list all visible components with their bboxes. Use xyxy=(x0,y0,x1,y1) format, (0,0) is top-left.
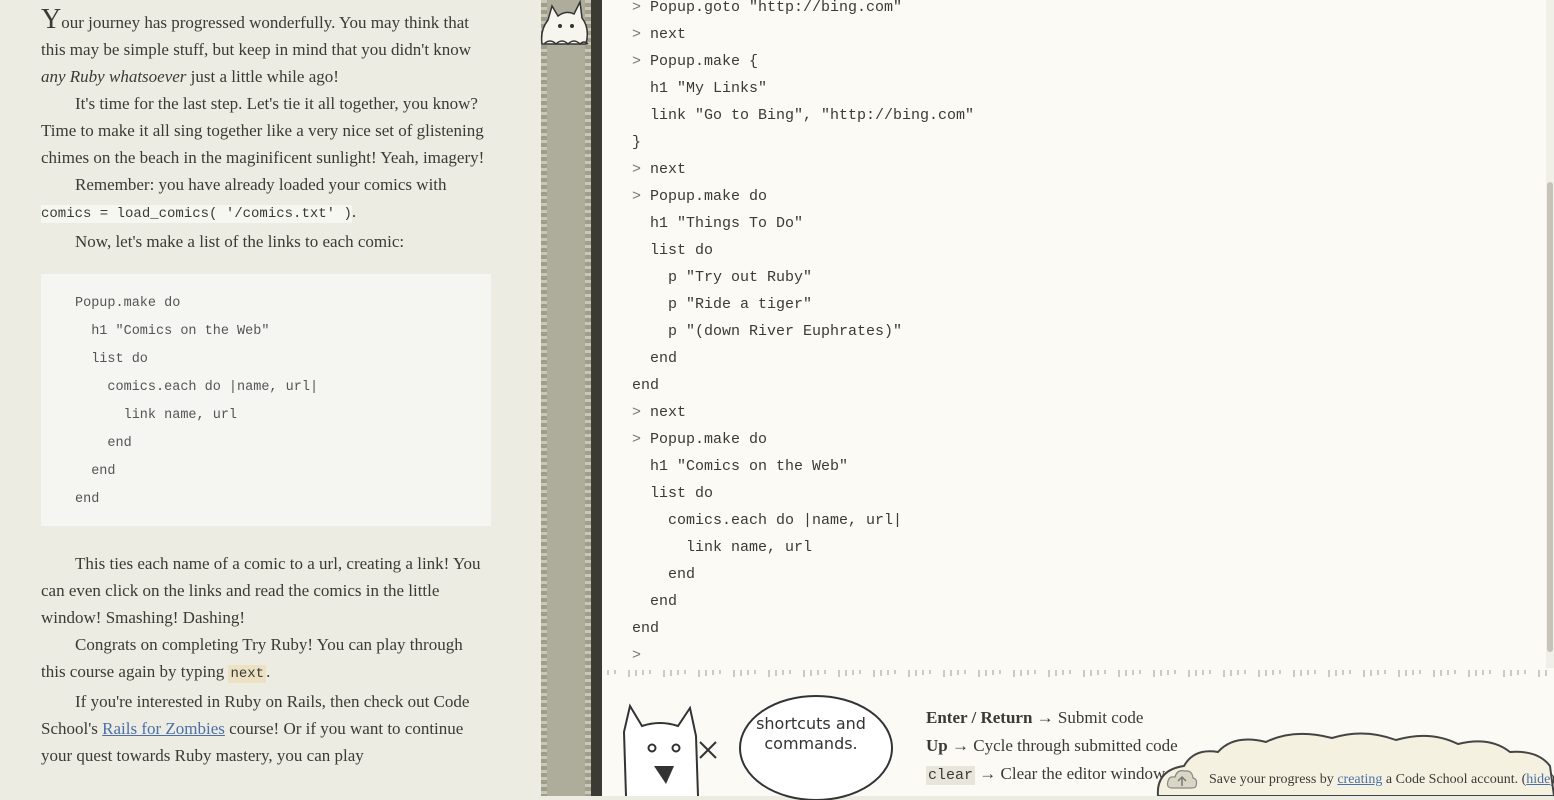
hide-banner-link[interactable]: hide xyxy=(1526,772,1550,787)
arrow-icon: → xyxy=(975,764,1001,783)
lesson-text: . xyxy=(266,662,271,681)
shortcut-row: clear → Clear the editor window xyxy=(926,760,1178,790)
console-line: p "Try out Ruby" xyxy=(632,269,813,286)
console-line: list do xyxy=(632,242,714,259)
console-prompt: > xyxy=(632,53,642,70)
create-account-link[interactable]: creating xyxy=(1337,772,1382,787)
console-line: end xyxy=(632,593,678,610)
dog-mascot-icon xyxy=(622,703,717,796)
console-line: > next xyxy=(632,404,687,421)
console-prompt: > xyxy=(632,647,642,664)
console-prompt: > xyxy=(632,404,642,421)
console-line: end xyxy=(632,566,696,583)
console-line: link name, url xyxy=(632,539,813,556)
torn-edge-decoration xyxy=(607,670,1547,677)
console-line: > Popup.goto "http://bing.com" xyxy=(632,0,903,16)
console-prompt: > xyxy=(632,431,642,448)
arrow-icon: → xyxy=(947,736,974,755)
ruby-console[interactable]: > Popup.goto "http://bing.com" > next > Po… xyxy=(602,0,1554,668)
shortcut-key: Enter / Return xyxy=(926,708,1033,727)
console-line: h1 "My Links" xyxy=(632,80,768,97)
cloud-upload-icon xyxy=(1166,770,1198,789)
lesson-text: . xyxy=(351,202,357,221)
shortcut-description: Cycle through submitted code xyxy=(973,736,1178,755)
console-prompt: > xyxy=(632,188,642,205)
console-prompt: > xyxy=(632,161,642,178)
lesson-paragraph-7: If you're interested in Ruby on Rails, t… xyxy=(41,688,491,769)
shortcut-description: Submit code xyxy=(1057,708,1144,727)
lesson-paragraph-3: Remember: you have already loaded your c… xyxy=(41,171,491,228)
panel-divider-scrollstrip[interactable] xyxy=(541,0,591,796)
console-line: end xyxy=(632,620,660,637)
console-scrollbar-thumb[interactable] xyxy=(1547,182,1553,652)
console-prompt: > xyxy=(632,0,642,16)
console-line: h1 "Things To Do" xyxy=(632,215,804,232)
console-output: > Popup.goto "http://bing.com" > next > Po… xyxy=(632,0,974,668)
shortcut-list: Enter / Return → Submit code Up → Cycle t… xyxy=(926,704,1178,790)
rails-for-zombies-link[interactable]: Rails for Zombies xyxy=(102,719,225,738)
console-line: > Popup.make do xyxy=(632,431,768,448)
console-line: end xyxy=(632,350,678,367)
console-line: > Popup.make { xyxy=(632,53,759,70)
arrow-icon: → xyxy=(1032,708,1058,727)
console-line: h1 "Comics on the Web" xyxy=(632,458,849,475)
shortcut-key: Up xyxy=(926,736,948,755)
console-line: end xyxy=(632,377,660,394)
shortcut-row: Up → Cycle through submitted code xyxy=(926,732,1178,760)
console-line: link "Go to Bing", "http://bing.com" xyxy=(632,107,975,124)
console-prompt: > xyxy=(632,26,642,43)
lesson-paragraph-5: This ties each name of a comic to a url,… xyxy=(41,554,481,627)
console-line: list do xyxy=(632,485,714,502)
next-command-code[interactable]: next xyxy=(228,665,267,683)
divider-fringe-left xyxy=(541,0,547,796)
console-line: comics.each do |name, url| xyxy=(632,512,903,529)
console-line: } xyxy=(632,134,642,151)
lesson-text: Remember: you have already loaded your c… xyxy=(75,175,447,194)
lesson-content: Your journey has progressed wonderfully.… xyxy=(41,6,491,769)
shortcut-key: clear xyxy=(926,766,976,785)
lesson-emphasis: any Ruby whatsoever xyxy=(41,67,187,86)
shortcut-row: Enter / Return → Submit code xyxy=(926,704,1178,732)
console-line: p "Ride a tiger" xyxy=(632,296,813,313)
lesson-panel: Your journey has progressed wonderfully.… xyxy=(0,0,541,796)
console-line: > xyxy=(632,642,974,668)
console-left-border xyxy=(591,0,602,796)
lesson-paragraph-4: Now, let's make a list of the links to e… xyxy=(75,232,405,251)
console-line: > next xyxy=(632,161,687,178)
save-text: ) xyxy=(1550,772,1554,787)
save-progress-message: Save your progress by creating a Code Sc… xyxy=(1209,770,1554,790)
shortcut-description: Clear the editor window xyxy=(1000,764,1166,783)
lesson-paragraph-2: It's time for the last step. Let's tie i… xyxy=(41,94,485,167)
console-line: > Popup.make do xyxy=(632,188,768,205)
lesson-text: just a little while ago! xyxy=(186,67,339,86)
mascot-peek-icon xyxy=(540,0,589,46)
code-example-block: Popup.make do h1 "Comics on the Web" lis… xyxy=(41,274,491,526)
bubble-text: shortcuts and commands. xyxy=(756,714,866,753)
console-scrollbar[interactable] xyxy=(1546,0,1554,668)
dropcap: Y xyxy=(41,4,62,35)
save-text: a Code School account. ( xyxy=(1382,772,1527,787)
console-line: > next xyxy=(632,26,687,43)
save-text: Save your progress by xyxy=(1209,772,1338,787)
console-line: p "(down River Euphrates)" xyxy=(632,323,903,340)
lesson-paragraph-1: Your journey has progressed wonderfully.… xyxy=(41,6,491,90)
lesson-text: our journey has progressed wonderfully. … xyxy=(41,13,472,59)
lesson-paragraph-6: Congrats on completing Try Ruby! You can… xyxy=(41,631,491,688)
inline-code: comics = load_comics( '/comics.txt' ) xyxy=(41,205,352,223)
